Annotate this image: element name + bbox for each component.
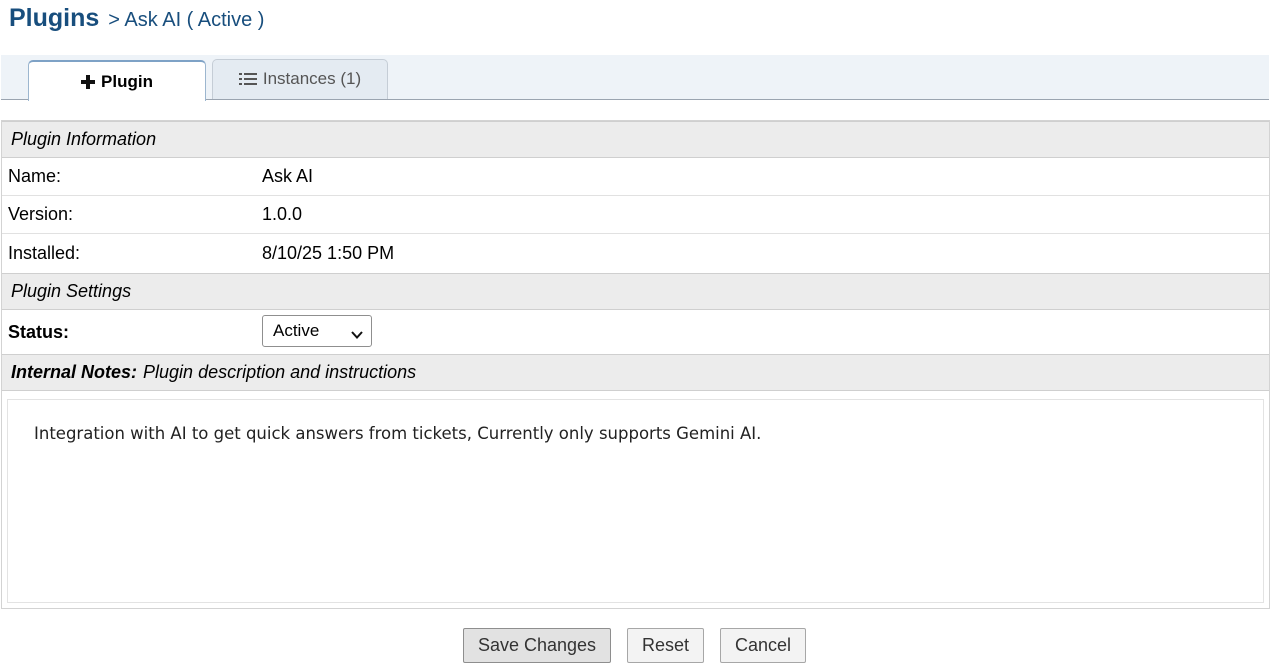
reset-button[interactable]: Reset bbox=[627, 628, 704, 663]
plus-icon bbox=[81, 74, 96, 89]
list-icon bbox=[238, 72, 257, 86]
info-row-version: Version: 1.0.0 bbox=[2, 196, 1269, 234]
row-value: 1.0.0 bbox=[262, 204, 303, 224]
tab-bar: Plugin Instances (1) bbox=[1, 55, 1269, 101]
tab-plugin-label: Plugin bbox=[101, 71, 153, 91]
section-heading: Plugin Settings bbox=[11, 281, 132, 301]
row-label: Installed: bbox=[8, 242, 81, 263]
row-value: Ask AI bbox=[262, 166, 314, 186]
breadcrumb: > Ask AI ( Active ) bbox=[108, 9, 265, 31]
settings-row-status: Status: Active bbox=[2, 311, 1269, 353]
page: Plugins > Ask AI ( Active ) Plugin Insta… bbox=[0, 0, 1274, 666]
info-row-installed: Installed: 8/10/25 1:50 PM bbox=[2, 234, 1269, 272]
page-header: Plugins > Ask AI ( Active ) bbox=[9, 4, 264, 33]
status-select[interactable]: Active bbox=[262, 315, 372, 347]
tab-instances[interactable]: Instances (1) bbox=[212, 59, 388, 99]
row-value: 8/10/25 1:50 PM bbox=[262, 242, 395, 263]
row-label: Version: bbox=[8, 204, 74, 224]
save-changes-button[interactable]: Save Changes bbox=[463, 628, 611, 663]
plugin-details-table: Plugin Information Name: Ask AI Version:… bbox=[1, 120, 1270, 609]
status-select-value: Active bbox=[273, 321, 320, 340]
cancel-button[interactable]: Cancel bbox=[720, 628, 806, 663]
section-plugin-settings: Plugin Settings bbox=[2, 273, 1269, 310]
tab-plugin[interactable]: Plugin bbox=[28, 60, 206, 101]
page-title: Plugins bbox=[9, 4, 100, 32]
notes-heading-bold: Internal Notes: bbox=[11, 362, 138, 382]
status-label: Status: bbox=[8, 321, 70, 342]
row-label: Name: bbox=[8, 166, 62, 186]
section-plugin-information: Plugin Information bbox=[2, 121, 1269, 158]
tab-instances-label: Instances (1) bbox=[262, 69, 362, 88]
chevron-down-icon bbox=[351, 325, 363, 345]
info-row-name: Name: Ask AI bbox=[2, 158, 1269, 196]
notes-textarea[interactable]: Integration with AI to get quick answers… bbox=[7, 399, 1264, 603]
section-internal-notes: Internal Notes: Plugin description and i… bbox=[2, 354, 1269, 391]
section-heading: Plugin Information bbox=[11, 129, 157, 149]
notes-heading-text: Plugin description and instructions bbox=[143, 362, 417, 382]
